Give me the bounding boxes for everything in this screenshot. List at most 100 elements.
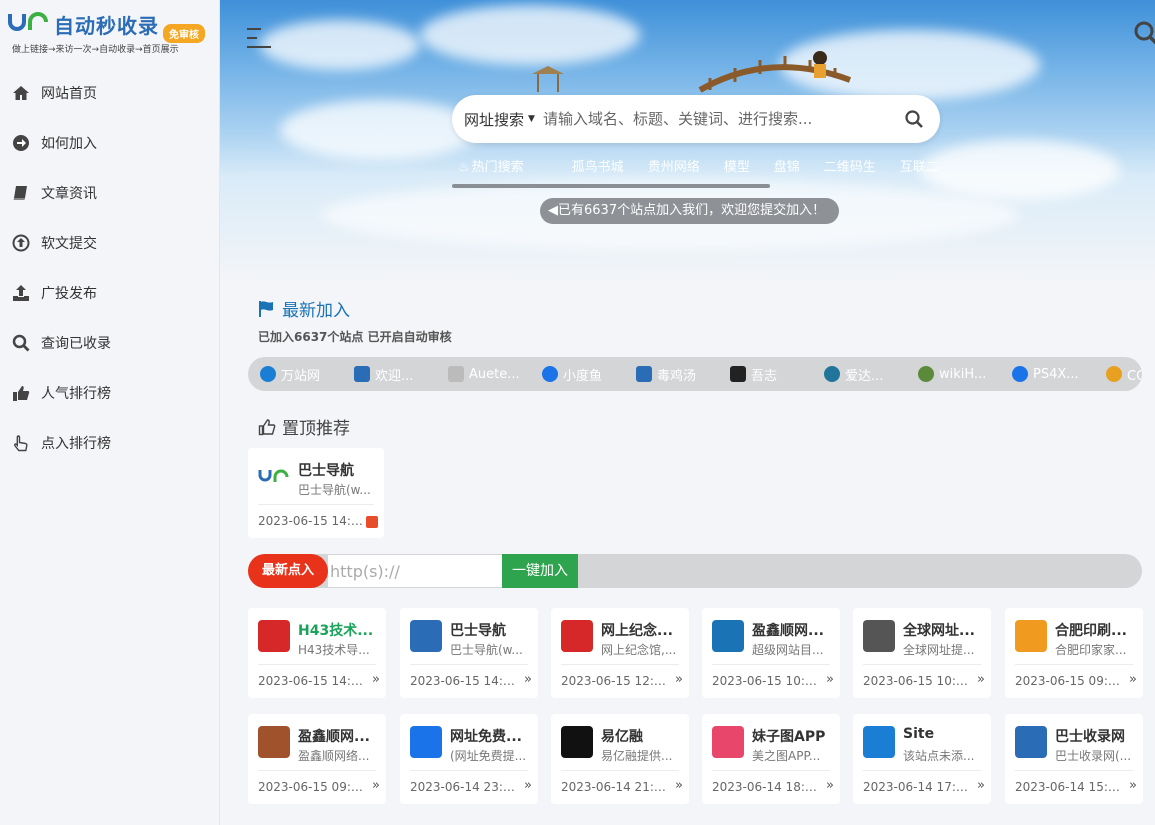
newest-site-item[interactable]: 小度鱼 xyxy=(542,365,636,384)
chevron-right-icon[interactable]: » xyxy=(1129,672,1137,687)
newest-site-item[interactable]: 吾志 xyxy=(730,365,824,384)
top-search-icon[interactable] xyxy=(1133,20,1155,46)
site-card[interactable]: 网上纪念... 网上纪念馆,... 2023-06-15 12:2... » xyxy=(551,608,689,698)
site-card[interactable]: 妹子图APP 美之图APP... 2023-06-14 18:0... » xyxy=(702,714,840,804)
site-card[interactable]: 全球网址... 全球网址提... 2023-06-15 10:2... » xyxy=(853,608,991,698)
divider xyxy=(1015,770,1133,771)
site-date: 2023-06-14 17:4... xyxy=(863,780,973,794)
chevron-right-icon[interactable]: » xyxy=(372,672,380,687)
site-date: 2023-06-15 09:5... xyxy=(1015,674,1125,688)
sidebar-nav: 网站首页 如何加入 文章资讯 软文提交 广投发布 查询已收录 人气排行榜 点入排… xyxy=(0,68,219,468)
site-card[interactable]: H43技术... H43技术导... 2023-06-15 14:2... » xyxy=(248,608,386,698)
book-icon xyxy=(12,184,30,202)
site-card[interactable]: 易亿融 易亿融提供... 2023-06-14 21:1... » xyxy=(551,714,689,804)
sidebar-item-label: 广投发布 xyxy=(41,286,97,302)
newest-site-item[interactable]: PS4X... xyxy=(1012,366,1106,382)
sidebar-item-label: 如何加入 xyxy=(41,136,97,152)
newest-site-item[interactable]: 爱达... xyxy=(824,365,918,384)
site-card[interactable]: 巴士收录网 巴士收录网(... 2023-06-14 15:3... » xyxy=(1005,714,1143,804)
site-name: 网址免费... xyxy=(450,729,522,745)
site-desc: 超级网站目... xyxy=(752,643,824,657)
chevron-right-icon[interactable]: » xyxy=(826,672,834,687)
menu-toggle-button[interactable] xyxy=(247,28,271,50)
divider xyxy=(1015,664,1133,665)
divider xyxy=(561,770,679,771)
site-name: 易亿融 xyxy=(601,729,643,745)
site-card[interactable]: 盈鑫顺网... 超级网站目... 2023-06-15 10:3... » xyxy=(702,608,840,698)
site-date: 2023-06-15 14:2... xyxy=(258,674,368,688)
divider xyxy=(258,664,376,665)
sidebar-item-articles[interactable]: 文章资讯 xyxy=(0,168,219,218)
site-card[interactable]: 盈鑫顺网... 盈鑫顺网络... 2023-06-15 09:3... » xyxy=(248,714,386,804)
newest-site-item[interactable]: CC下载 xyxy=(1106,365,1142,384)
sidebar-item-clicks[interactable]: 点入排行榜 xyxy=(0,418,219,468)
site-desc: 巴士导航(w... xyxy=(298,483,371,497)
search-button[interactable] xyxy=(894,99,934,139)
site-card[interactable]: 合肥印刷... 合肥印家家... 2023-06-15 09:5... » xyxy=(1005,608,1143,698)
hot-search-item[interactable]: 二维码生 xyxy=(824,156,876,176)
chevron-right-icon[interactable]: » xyxy=(675,778,683,793)
hot-search-scrollbar[interactable] xyxy=(452,184,770,188)
hot-search-item[interactable]: 孤鸟书城 xyxy=(572,156,624,176)
hot-search-item[interactable]: 盘锦 xyxy=(774,156,800,176)
logo[interactable]: 自动秒收录 免审核 做上链接→来访一次→自动收录→首页展示 xyxy=(0,0,219,60)
site-desc: 盈鑫顺网络... xyxy=(298,749,370,763)
chevron-right-icon[interactable]: » xyxy=(372,778,380,793)
chevron-right-icon[interactable]: » xyxy=(675,672,683,687)
speaker-icon: ◀ xyxy=(548,203,558,218)
caret-down-icon: ▼ xyxy=(528,114,535,124)
sidebar-item-join[interactable]: 如何加入 xyxy=(0,118,219,168)
sidebar-item-popular[interactable]: 人气排行榜 xyxy=(0,368,219,418)
site-card[interactable]: 网址免费... (网址免费提... 2023-06-14 23:0... » xyxy=(400,714,538,804)
chevron-right-icon[interactable]: » xyxy=(826,778,834,793)
site-date: 2023-06-15 14:1... xyxy=(258,514,368,528)
logo-subtitle: 做上链接→来访一次→自动收录→首页展示 xyxy=(12,45,179,55)
chevron-right-icon[interactable]: » xyxy=(977,778,985,793)
home-icon xyxy=(12,84,30,102)
site-logo-icon xyxy=(258,469,289,482)
sidebar-item-home[interactable]: 网站首页 xyxy=(0,68,219,118)
site-desc: 巴士收录网(... xyxy=(1055,749,1132,763)
one-click-join-button[interactable]: 一键加入 xyxy=(502,554,578,588)
site-date: 2023-06-15 10:3... xyxy=(712,674,822,688)
site-desc: 美之图APP... xyxy=(752,749,821,763)
search-box: 网址搜索 ▼ xyxy=(452,95,940,143)
chevron-right-icon[interactable]: » xyxy=(524,778,532,793)
hot-search-item[interactable]: 模型 xyxy=(724,156,750,176)
newest-site-item[interactable]: Auete... xyxy=(448,366,542,382)
url-input[interactable] xyxy=(328,555,502,587)
chevron-right-icon[interactable]: » xyxy=(977,672,985,687)
chevron-right-icon[interactable]: » xyxy=(1129,778,1137,793)
search-icon xyxy=(905,110,923,128)
sidebar-item-query[interactable]: 查询已收录 xyxy=(0,318,219,368)
newest-site-item[interactable]: 欢迎... xyxy=(354,365,448,384)
top-site-card[interactable]: 巴士导航 巴士导航(w... 2023-06-15 14:1... xyxy=(248,448,384,538)
site-logo-icon xyxy=(258,726,290,758)
site-favicon-icon xyxy=(1106,366,1122,382)
search-input[interactable] xyxy=(542,110,894,128)
site-name: 全球网址... xyxy=(903,623,975,639)
chevron-right-icon[interactable]: » xyxy=(524,672,532,687)
newest-site-item[interactable]: 毒鸡汤 xyxy=(636,365,730,384)
hot-search-label: ♨ 热门搜索 xyxy=(458,160,524,175)
bridge-illustration xyxy=(698,51,852,93)
newest-sites-bar: 万站网 欢迎... Auete... 小度鱼 毒鸡汤 吾志 爱达... wiki… xyxy=(248,357,1142,391)
site-favicon-icon xyxy=(918,366,934,382)
site-date: 2023-06-15 10:2... xyxy=(863,674,973,688)
sidebar-item-ads[interactable]: 广投发布 xyxy=(0,268,219,318)
hot-search-item[interactable]: 互联二 xyxy=(900,156,939,176)
hot-search-item[interactable]: 贵州网络 xyxy=(648,156,700,176)
site-name: 网上纪念... xyxy=(601,623,673,639)
site-card[interactable]: 巴士导航 巴士导航(w... 2023-06-15 14:1... » xyxy=(400,608,538,698)
site-date: 2023-06-15 12:2... xyxy=(561,674,671,688)
site-desc: 网上纪念馆,... xyxy=(601,643,677,657)
sidebar-item-submit-article[interactable]: 软文提交 xyxy=(0,218,219,268)
site-date: 2023-06-15 14:1... xyxy=(410,674,520,688)
hut-illustration xyxy=(532,66,564,92)
search-type-select[interactable]: 网址搜索 ▼ xyxy=(452,109,535,130)
site-card[interactable]: Site 该站点未添... 2023-06-14 17:4... » xyxy=(853,714,991,804)
divider xyxy=(712,664,830,665)
hot-badge-icon xyxy=(366,516,378,528)
newest-site-item[interactable]: 万站网 xyxy=(260,365,354,384)
newest-site-item[interactable]: wikiH... xyxy=(918,366,1012,382)
